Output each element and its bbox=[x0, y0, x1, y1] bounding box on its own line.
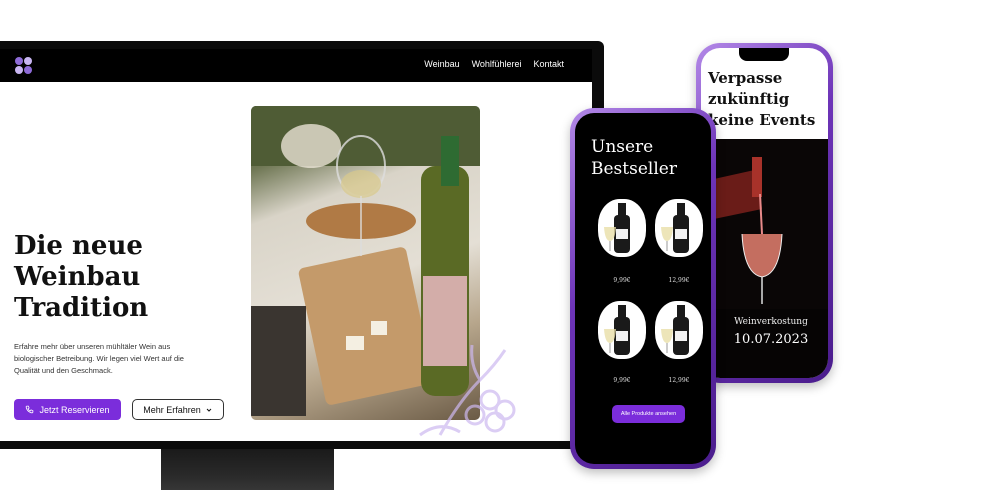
product-card[interactable] bbox=[655, 199, 703, 257]
grape-sketch-decoration bbox=[419, 344, 516, 437]
phone-icon bbox=[26, 405, 34, 414]
learn-more-button-label: Mehr Erfahren bbox=[143, 404, 201, 415]
events-title: Verpasse zukünftig keine Events bbox=[708, 68, 818, 131]
hero-title-line: Weinbau bbox=[14, 262, 141, 292]
events-title-line: keine Events bbox=[708, 111, 816, 129]
events-title-line: Verpasse bbox=[708, 69, 783, 87]
learn-more-button[interactable]: Mehr Erfahren bbox=[132, 399, 224, 420]
product-price: 9,99€ bbox=[613, 277, 631, 284]
event-date: 10.07.2023 bbox=[733, 332, 809, 347]
chevron-down-icon bbox=[206, 408, 212, 412]
bestseller-title-line: Unsere bbox=[591, 137, 654, 157]
nav-link-wohlfuehlerei[interactable]: Wohlfühlerei bbox=[472, 59, 522, 69]
phone-bestseller-screen: Unsere Bestseller 9,99€ 12,99€ 9,99€ 12,… bbox=[575, 113, 711, 464]
site-navbar: Weinbau Wohlfühlerei Kontakt bbox=[0, 49, 592, 82]
hero-title-line: Tradition bbox=[14, 293, 149, 323]
nav-links: Weinbau Wohlfühlerei Kontakt bbox=[424, 59, 564, 69]
monitor-stand bbox=[161, 449, 334, 490]
product-card[interactable] bbox=[598, 199, 646, 257]
grape-cluster-logo-icon[interactable] bbox=[15, 57, 33, 74]
nav-link-weinbau[interactable]: Weinbau bbox=[424, 59, 459, 69]
nav-link-kontakt[interactable]: Kontakt bbox=[533, 59, 564, 69]
product-card[interactable] bbox=[655, 301, 703, 359]
bestseller-title-line: Bestseller bbox=[591, 159, 677, 179]
hero-title: Die neue Weinbau Tradition bbox=[14, 231, 214, 324]
wine-bottle-icon bbox=[661, 203, 689, 253]
event-name: Weinverkostung bbox=[734, 317, 808, 327]
reserve-button[interactable]: Jetzt Reservieren bbox=[14, 399, 121, 420]
wine-bottle-icon bbox=[604, 305, 630, 355]
hero-description: Erfahre mehr über unseren mühltäler Wein… bbox=[14, 342, 184, 375]
phone-events: Verpasse zukünftig keine Events Weinverk… bbox=[696, 43, 833, 383]
wine-bottle-icon bbox=[661, 305, 689, 355]
event-card[interactable]: Weinverkostung 10.07.2023 bbox=[714, 139, 828, 378]
bestseller-title: Unsere Bestseller bbox=[591, 136, 701, 180]
phone-bestseller: Unsere Bestseller 9,99€ 12,99€ 9,99€ 12,… bbox=[570, 108, 716, 469]
phone-events-screen: Verpasse zukünftig keine Events Weinverk… bbox=[701, 48, 828, 378]
product-price: 12,99€ bbox=[668, 277, 690, 284]
all-products-button[interactable]: Alle Produkte ansehen bbox=[612, 405, 685, 423]
wine-bottle-icon bbox=[604, 203, 630, 253]
events-title-line: zukünftig bbox=[708, 90, 790, 108]
hero-title-line: Die neue bbox=[14, 231, 143, 261]
product-price: 9,99€ bbox=[613, 377, 631, 384]
product-price: 12,99€ bbox=[668, 377, 690, 384]
product-card[interactable] bbox=[598, 301, 646, 359]
reserve-button-label: Jetzt Reservieren bbox=[39, 404, 110, 415]
phone-notch bbox=[739, 48, 789, 61]
wine-pour-photo bbox=[714, 139, 828, 309]
phone-notch bbox=[618, 113, 670, 126]
